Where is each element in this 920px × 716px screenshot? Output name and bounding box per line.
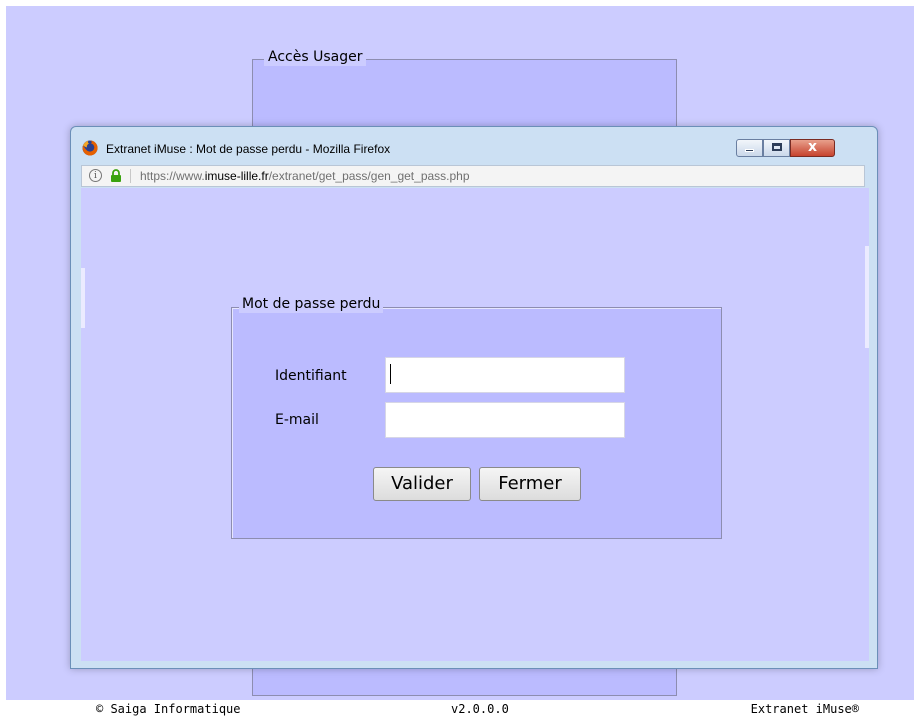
content-edge-right: [865, 246, 869, 348]
identifiant-input[interactable]: [385, 357, 625, 393]
lock-icon[interactable]: [110, 169, 122, 182]
text-caret: [390, 364, 391, 384]
url-separator: [130, 169, 131, 183]
maximize-button[interactable]: [763, 139, 790, 157]
window-titlebar[interactable]: Extranet iMuse : Mot de passe perdu - Mo…: [71, 127, 877, 163]
fermer-button[interactable]: Fermer: [479, 467, 581, 501]
url-path: /extranet/get_pass/gen_get_pass.php: [268, 169, 470, 183]
footer-product: Extranet iMuse®: [750, 702, 859, 716]
content-edge-left: [81, 268, 85, 328]
footer-version: v2.0.0.0: [451, 702, 509, 716]
footer-copyright: © Saiga Informatique: [96, 702, 241, 716]
firefox-popup-window: Extranet iMuse : Mot de passe perdu - Mo…: [70, 126, 878, 716]
info-icon[interactable]: i: [89, 169, 102, 182]
email-label: E-mail: [275, 412, 319, 428]
url-text[interactable]: https://www.imuse-lille.fr/extranet/get_…: [140, 168, 470, 184]
close-button[interactable]: x: [790, 139, 835, 157]
acces-usager-legend: Accès Usager: [264, 48, 367, 66]
email-input[interactable]: [385, 402, 625, 438]
close-icon: x: [807, 139, 818, 155]
mot-de-passe-legend: Mot de passe perdu: [239, 295, 384, 313]
url-bar[interactable]: i https://www.imuse-lille.fr/extranet/ge…: [81, 165, 865, 187]
firefox-icon: [82, 140, 98, 156]
url-domain: imuse-lille.fr: [204, 169, 269, 183]
page-content: Mot de passe perdu Identifiant E-mail Va…: [81, 188, 869, 716]
identifiant-label: Identifiant: [275, 368, 347, 384]
minimize-button[interactable]: [736, 139, 763, 157]
window-title: Extranet iMuse : Mot de passe perdu - Mo…: [106, 142, 391, 156]
valider-button[interactable]: Valider: [373, 467, 471, 501]
url-prefix: https://www.: [140, 169, 205, 183]
